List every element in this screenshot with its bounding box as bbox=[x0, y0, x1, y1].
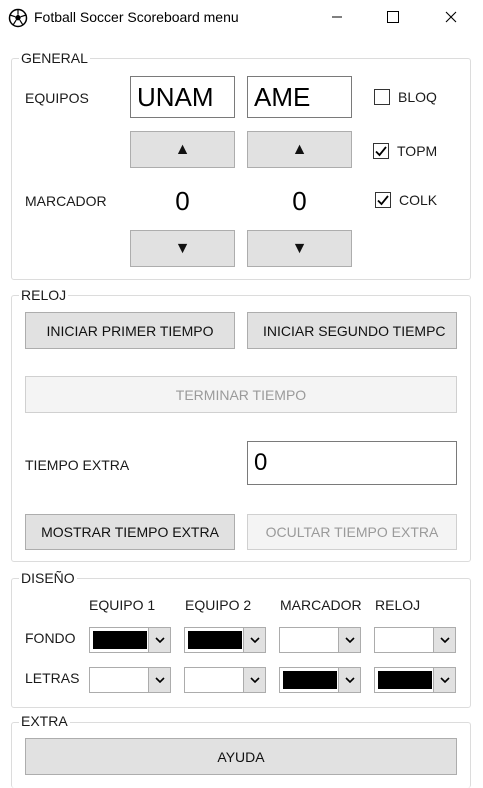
start-second-half-button[interactable]: INICIAR SEGUNDO TIEMPC bbox=[247, 312, 457, 349]
minimize-icon bbox=[331, 11, 343, 23]
color-swatch bbox=[378, 671, 432, 689]
help-button[interactable]: AYUDA bbox=[25, 738, 457, 775]
letras-label: LETRAS bbox=[25, 670, 80, 686]
chevron-down-icon bbox=[433, 628, 455, 652]
fondo-label: FONDO bbox=[25, 630, 76, 646]
hide-extra-time-button[interactable]: OCULTAR TIEMPO EXTRA bbox=[247, 514, 457, 550]
column-equipo1: EQUIPO 1 bbox=[89, 597, 156, 613]
team1-score-down-button[interactable]: ▼ bbox=[130, 230, 235, 267]
minimize-button[interactable] bbox=[314, 0, 360, 34]
extra-legend: EXTRA bbox=[19, 713, 70, 729]
maximize-button[interactable] bbox=[370, 0, 416, 34]
soccer-ball-icon bbox=[8, 8, 28, 28]
bloq-checkbox[interactable] bbox=[374, 89, 390, 105]
checkmark-icon bbox=[374, 144, 388, 158]
column-equipo2: EQUIPO 2 bbox=[185, 597, 252, 613]
reloj-legend: RELOJ bbox=[19, 287, 69, 303]
fondo-equipo1-combo[interactable] bbox=[89, 627, 171, 653]
chevron-down-icon bbox=[433, 668, 455, 692]
chevron-down-icon bbox=[148, 628, 170, 652]
chevron-down-icon bbox=[243, 628, 265, 652]
team2-input[interactable]: AME bbox=[247, 76, 352, 118]
column-marcador: MARCADOR bbox=[280, 597, 362, 613]
chevron-down-icon bbox=[338, 668, 360, 692]
general-legend: GENERAL bbox=[19, 50, 90, 66]
letras-marcador-combo[interactable] bbox=[279, 667, 361, 693]
fondo-marcador-combo[interactable] bbox=[279, 627, 361, 653]
letras-equipo2-combo[interactable] bbox=[184, 667, 266, 693]
letras-equipo1-combo[interactable] bbox=[89, 667, 171, 693]
chevron-down-icon bbox=[338, 628, 360, 652]
equipos-label: EQUIPOS bbox=[25, 90, 89, 106]
team1-score-up-button[interactable]: ▲ bbox=[130, 131, 235, 168]
topm-label: TOPM bbox=[397, 143, 438, 159]
team2-score-up-button[interactable]: ▲ bbox=[247, 131, 352, 168]
end-time-button[interactable]: TERMINAR TIEMPO bbox=[25, 376, 457, 413]
team2-score-down-button[interactable]: ▼ bbox=[247, 230, 352, 267]
color-swatch bbox=[93, 631, 147, 649]
colk-checkbox[interactable] bbox=[375, 192, 391, 208]
color-swatch bbox=[188, 631, 242, 649]
colk-label: COLK bbox=[399, 192, 438, 208]
close-button[interactable] bbox=[428, 0, 474, 34]
chevron-down-icon bbox=[243, 668, 265, 692]
marcador-label: MARCADOR bbox=[25, 193, 107, 209]
title-bar: Fotball Soccer Scoreboard menu bbox=[0, 0, 483, 36]
start-first-half-button[interactable]: INICIAR PRIMER TIEMPO bbox=[25, 312, 235, 349]
team1-input[interactable]: UNAM bbox=[130, 76, 235, 118]
letras-reloj-combo[interactable] bbox=[374, 667, 456, 693]
column-reloj: RELOJ bbox=[375, 597, 421, 613]
arrow-down-icon: ▼ bbox=[291, 239, 308, 257]
diseno-legend: DISEÑO bbox=[19, 570, 77, 586]
bloq-label: BLOQ bbox=[398, 89, 437, 105]
chevron-down-icon bbox=[148, 668, 170, 692]
arrow-up-icon: ▲ bbox=[174, 140, 191, 158]
topm-checkbox[interactable] bbox=[373, 143, 389, 159]
team2-score: 0 bbox=[292, 186, 307, 216]
fondo-reloj-combo[interactable] bbox=[374, 627, 456, 653]
checkmark-icon bbox=[376, 193, 390, 207]
arrow-down-icon: ▼ bbox=[174, 239, 191, 257]
fondo-equipo2-combo[interactable] bbox=[184, 627, 266, 653]
arrow-up-icon: ▲ bbox=[291, 140, 308, 158]
maximize-icon bbox=[387, 11, 399, 23]
extra-time-label: TIEMPO EXTRA bbox=[25, 457, 130, 473]
team1-score: 0 bbox=[175, 186, 190, 216]
show-extra-time-button[interactable]: MOSTRAR TIEMPO EXTRA bbox=[25, 514, 235, 550]
extra-time-input[interactable]: 0 bbox=[247, 441, 457, 485]
close-icon bbox=[445, 11, 457, 23]
window-title: Fotball Soccer Scoreboard menu bbox=[34, 9, 239, 25]
color-swatch bbox=[283, 671, 337, 689]
